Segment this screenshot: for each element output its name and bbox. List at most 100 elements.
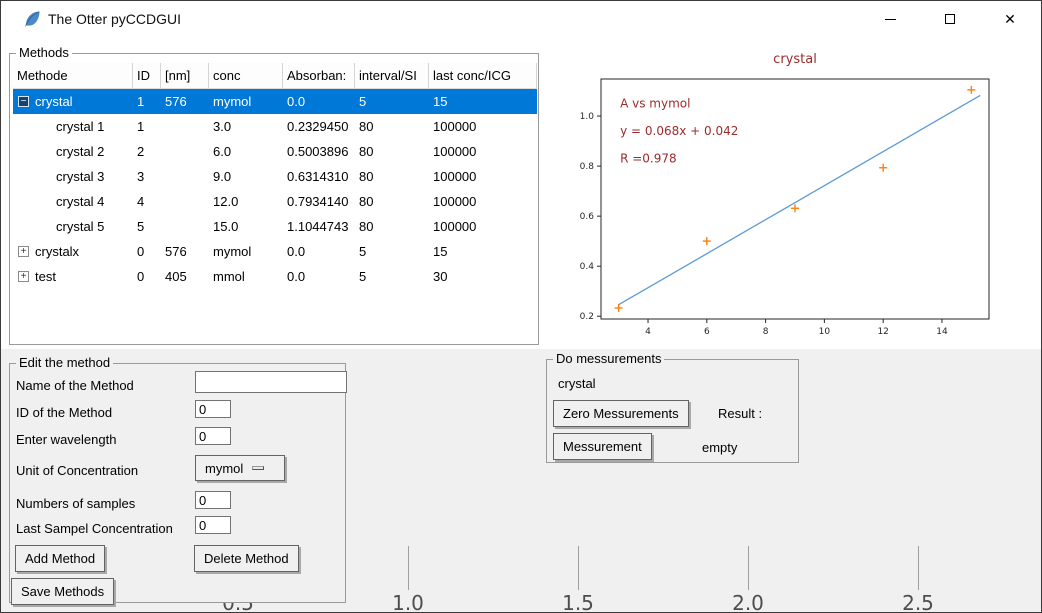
x-tick-label: 8: [763, 327, 769, 337]
cell-interval: 5: [355, 94, 429, 109]
y-tick-label: 0.6: [580, 212, 595, 222]
zero-measurements-button[interactable]: Zero Messurements: [553, 400, 689, 427]
name-of-method-label: Name of the Method: [16, 378, 134, 393]
cell-id: 3: [133, 169, 161, 184]
method-name: crystal 2: [56, 144, 104, 159]
measurements-panel-label: Do messurements: [553, 351, 664, 366]
column-header-0[interactable]: Methode: [13, 63, 133, 88]
unit-dropdown[interactable]: mymol: [195, 455, 285, 481]
unit-dropdown-value: mymol: [205, 461, 243, 476]
cell-id: 0: [133, 244, 161, 259]
minimize-icon: [885, 19, 896, 20]
tree-row-crystalx[interactable]: +crystalx0576mymol0.0515: [13, 239, 537, 264]
expand-icon[interactable]: +: [18, 246, 29, 257]
column-header-2[interactable]: [nm]: [161, 63, 209, 88]
method-name-input[interactable]: [195, 371, 347, 393]
delete-method-button[interactable]: Delete Method: [194, 545, 299, 572]
samples-label: Numbers of samples: [16, 496, 135, 511]
save-methods-button[interactable]: Save Methods: [11, 578, 114, 605]
result-value: empty: [702, 440, 737, 455]
tree-row-crystal-3[interactable]: crystal 339.00.631431080100000: [13, 164, 537, 189]
cell-conc: mymol: [209, 244, 283, 259]
tree-row-crystal-2[interactable]: crystal 2 2 6.00.500389680100000: [13, 139, 537, 164]
cell-interval: 80: [355, 119, 429, 134]
method-name: crystal 4: [56, 194, 104, 209]
window-title: The Otter pyCCDGUI: [48, 11, 181, 27]
expand-icon[interactable]: +: [18, 271, 29, 282]
tree-row-test[interactable]: +test0405mmol0.0530: [13, 264, 537, 289]
methods-panel: Methods MethodeID[nm]concAbsorban:interv…: [9, 53, 539, 345]
cell-last: 100000: [429, 144, 537, 159]
last-concentration-label: Last Sampel Concentration: [16, 521, 173, 536]
edit-method-panel-label: Edit the method: [16, 355, 113, 370]
cell-interval: 5: [355, 269, 429, 284]
method-name: crystal: [35, 94, 73, 109]
y-tick-label: 0.2: [580, 312, 594, 322]
minimize-button[interactable]: [867, 1, 913, 37]
treeview-body: −crystal1576mymol0.0515 crystal 1 1 3.00.23…: [13, 89, 537, 289]
samples-input[interactable]: [195, 491, 231, 509]
collapse-icon[interactable]: −: [18, 96, 29, 107]
measurements-panel: Do messurements crystal Zero Messurement…: [546, 359, 799, 463]
last-concentration-input[interactable]: [195, 516, 231, 534]
chart-annotation: y = 0.068x + 0.042: [620, 124, 738, 138]
current-method-label: crystal: [558, 376, 596, 391]
add-method-button[interactable]: Add Method: [15, 545, 105, 572]
cell-abs: 1.1044743: [283, 219, 355, 234]
y-tick-label: 1.0: [580, 112, 595, 122]
cell-id: 0: [133, 269, 161, 284]
tree-row-crystal-5[interactable]: crystal 5515.01.104474380100000: [13, 214, 537, 239]
cell-conc: 15.0: [209, 219, 283, 234]
plot-area: [601, 79, 989, 319]
method-name: crystal 1: [56, 119, 104, 134]
method-name: crystalx: [35, 244, 79, 259]
measurement-button[interactable]: Messurement: [553, 433, 652, 460]
cell-id: 2: [133, 144, 161, 159]
cell-id: 1: [133, 119, 161, 134]
method-id-input[interactable]: [195, 400, 231, 418]
method-name: test: [35, 269, 56, 284]
cell-conc: 3.0: [209, 119, 283, 134]
result-label: Result :: [718, 406, 762, 421]
edit-method-panel: Edit the method Name of the Method ID of…: [9, 363, 346, 603]
unit-label: Unit of Concentration: [16, 463, 138, 478]
wavelength-input[interactable]: [195, 427, 231, 445]
cell-conc: mmol: [209, 269, 283, 284]
y-tick-label: 0.8: [580, 162, 595, 172]
cell-abs: 0.0: [283, 244, 355, 259]
column-header-1[interactable]: ID: [133, 63, 161, 88]
methods-treeview: MethodeID[nm]concAbsorban:interval/SIlas…: [13, 63, 537, 343]
column-header-4[interactable]: Absorban:: [283, 63, 355, 88]
tree-row-crystal[interactable]: −crystal1576mymol0.0515: [13, 89, 537, 114]
feather-app-icon: [22, 9, 42, 29]
x-tick-label: 14: [936, 327, 948, 337]
cell-abs: 0.7934140: [283, 194, 355, 209]
cell-conc: 6.0: [209, 144, 283, 159]
cell-id: 4: [133, 194, 161, 209]
cell-nm: 576: [161, 244, 209, 259]
methods-panel-label: Methods: [16, 45, 72, 60]
cell-abs: 0.2329450: [283, 119, 355, 134]
titlebar: The Otter pyCCDGUI ✕: [1, 1, 1041, 37]
close-button[interactable]: ✕: [987, 1, 1033, 37]
cell-abs: 0.6314310: [283, 169, 355, 184]
cell-conc: 12.0: [209, 194, 283, 209]
maximize-button[interactable]: [927, 1, 973, 37]
column-header-6[interactable]: last conc/ICG: [429, 63, 537, 88]
cell-abs: 0.5003896: [283, 144, 355, 159]
dropdown-indicator-icon: [252, 466, 264, 470]
cell-id: 5: [133, 219, 161, 234]
cell-interval: 80: [355, 169, 429, 184]
cell-interval: 80: [355, 144, 429, 159]
method-id-label: ID of the Method: [16, 405, 112, 420]
cell-interval: 80: [355, 194, 429, 209]
column-header-3[interactable]: conc: [209, 63, 283, 88]
chart-title: crystal: [773, 52, 817, 67]
chart-annotation: A vs mymol: [620, 96, 690, 110]
maximize-icon: [945, 14, 955, 24]
cell-abs: 0.0: [283, 269, 355, 284]
x-tick-label: 12: [877, 327, 888, 337]
column-header-5[interactable]: interval/SI: [355, 63, 429, 88]
tree-row-crystal-4[interactable]: crystal 4412.00.793414080100000: [13, 189, 537, 214]
tree-row-crystal-1[interactable]: crystal 113.00.232945080100000: [13, 114, 537, 139]
